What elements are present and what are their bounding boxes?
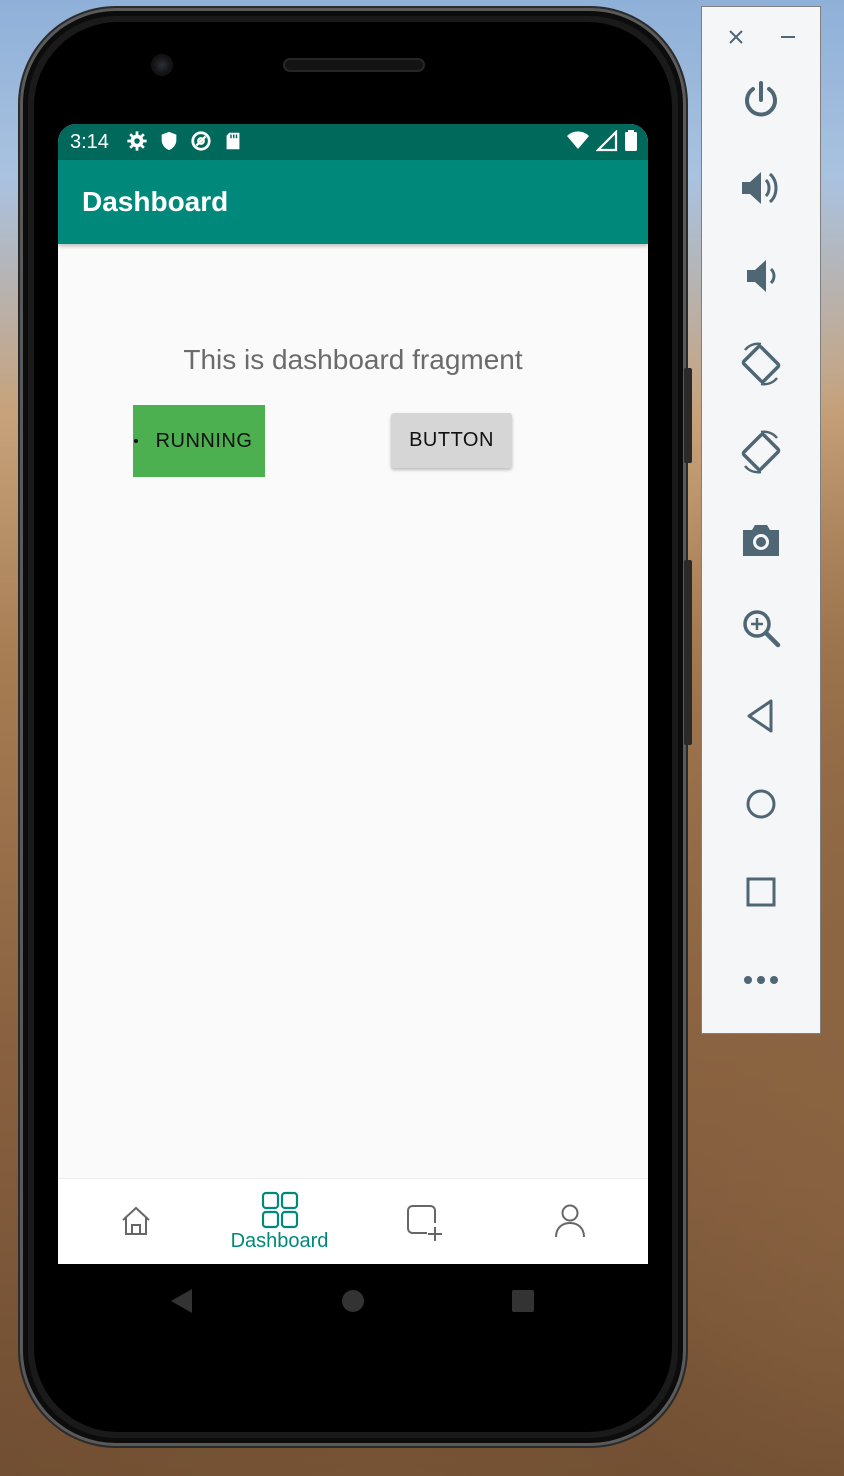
sd-card-icon	[222, 130, 244, 157]
status-left-icons	[126, 130, 244, 157]
zoom-button[interactable]	[732, 601, 790, 659]
shield-icon	[158, 130, 180, 157]
overview-button[interactable]	[732, 865, 790, 923]
camera-icon	[739, 520, 783, 565]
running-indicator-dot	[134, 439, 138, 443]
home-icon	[119, 1204, 153, 1243]
rotate-right-icon	[737, 428, 785, 481]
device-screen: 3:14 Dashboard This is dashboard fragmen…	[58, 124, 648, 1264]
nav-item-dashboard[interactable]: Dashboard	[206, 1179, 353, 1264]
settings-icon	[126, 130, 148, 157]
bottom-navigation: Dashboard	[58, 1178, 648, 1264]
volume-down-button[interactable]	[732, 249, 790, 307]
rotate-left-icon	[737, 340, 785, 393]
status-time: 3:14	[70, 131, 109, 153]
plain-button-label: BUTTON	[409, 429, 494, 451]
home-button[interactable]	[732, 777, 790, 835]
phone-side-button-upper	[684, 368, 692, 463]
back-button[interactable]	[732, 689, 790, 747]
back-icon	[745, 698, 777, 739]
at-sign-icon	[190, 130, 212, 157]
battery-icon	[624, 130, 638, 157]
rotate-left-button[interactable]	[732, 337, 790, 395]
rotate-right-button[interactable]	[732, 425, 790, 483]
running-button[interactable]: RUNNING	[133, 405, 265, 477]
add-square-icon	[405, 1203, 445, 1248]
overview-icon	[744, 875, 778, 914]
more-button[interactable]	[732, 953, 790, 1011]
volume-up-icon	[739, 167, 783, 214]
earpiece-speaker	[283, 58, 425, 72]
emulator-control-panel	[701, 6, 821, 1034]
home-icon	[744, 787, 778, 826]
phone-side-button-lower	[684, 560, 692, 745]
wifi-icon	[566, 130, 590, 157]
more-icon	[743, 973, 779, 991]
nav-item-profile[interactable]	[494, 1179, 641, 1264]
volume-down-icon	[741, 255, 781, 302]
person-icon	[553, 1203, 587, 1244]
power-icon	[740, 79, 782, 126]
close-icon[interactable]	[726, 27, 746, 52]
dashboard-grid-icon	[261, 1191, 299, 1234]
status-bar: 3:14	[58, 124, 648, 160]
fragment-text: This is dashboard fragment	[183, 344, 523, 375]
running-button-label: RUNNING	[155, 429, 253, 452]
zoom-icon	[740, 607, 782, 654]
system-navigation-bar	[58, 1264, 648, 1336]
nav-label-dashboard: Dashboard	[230, 1230, 329, 1252]
screenshot-button[interactable]	[732, 513, 790, 571]
front-camera	[151, 54, 173, 76]
recents-square-icon[interactable]	[511, 1289, 535, 1318]
nav-item-add[interactable]	[350, 1179, 497, 1264]
back-triangle-icon[interactable]	[170, 1288, 194, 1319]
home-circle-icon[interactable]	[341, 1289, 365, 1318]
cellular-signal-icon	[595, 129, 618, 157]
nav-item-home[interactable]	[62, 1179, 209, 1264]
volume-up-button[interactable]	[732, 161, 790, 219]
page-title: Dashboard	[82, 186, 229, 217]
power-button[interactable]	[732, 73, 790, 131]
minimize-icon[interactable]	[778, 27, 798, 52]
status-right-icons	[566, 129, 638, 157]
plain-button[interactable]: BUTTON	[391, 413, 512, 468]
app-bar: Dashboard	[58, 160, 648, 244]
